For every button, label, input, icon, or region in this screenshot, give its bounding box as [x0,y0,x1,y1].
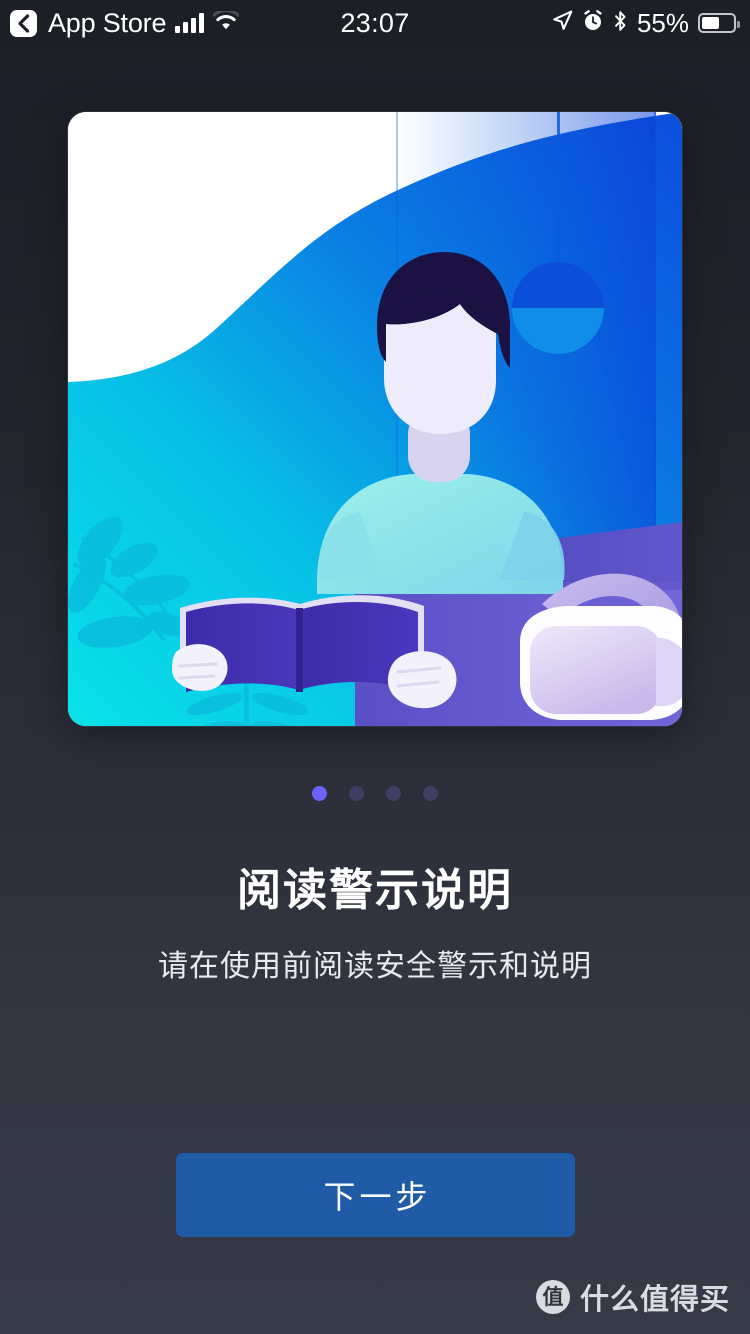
page-subtitle: 请在使用前阅读安全警示和说明 [158,950,592,983]
status-bar-right: 55% [552,7,740,39]
watermark-badge-icon: 值 [535,1280,570,1314]
status-bar: App Store 23:07 55% [0,0,750,46]
battery-fill [702,17,719,29]
bluetooth-icon [613,10,628,37]
wifi-icon [212,8,240,36]
pager-dot-1[interactable] [312,786,327,801]
cellular-signal-icon [175,13,205,33]
next-button[interactable]: 下一步 [176,1153,575,1237]
battery-icon [698,13,740,33]
pager-dot-2[interactable] [349,786,364,801]
watermark-label: 什么值得买 [579,1284,730,1316]
onboarding-screen: App Store 23:07 55% 阅读警示说明 请在使用前阅读安全警示和说… [0,0,750,1334]
battery-percent-label: 55% [636,7,689,38]
pager-dot-3[interactable] [386,786,401,801]
page-title: 阅读警示说明 [237,866,513,915]
onboarding-illustration [68,112,682,726]
onboarding-pager[interactable] [0,786,750,801]
back-to-app-store-label[interactable]: App Store [48,9,166,37]
location-arrow-icon [552,10,573,36]
chevron-left-icon[interactable] [10,9,37,37]
watermark: 值 什么值得买 [535,1276,730,1318]
pager-dot-4[interactable] [423,786,438,801]
status-bar-left: App Store [10,8,240,37]
alarm-clock-icon [582,9,604,37]
status-bar-clock: 23:07 [340,7,410,38]
